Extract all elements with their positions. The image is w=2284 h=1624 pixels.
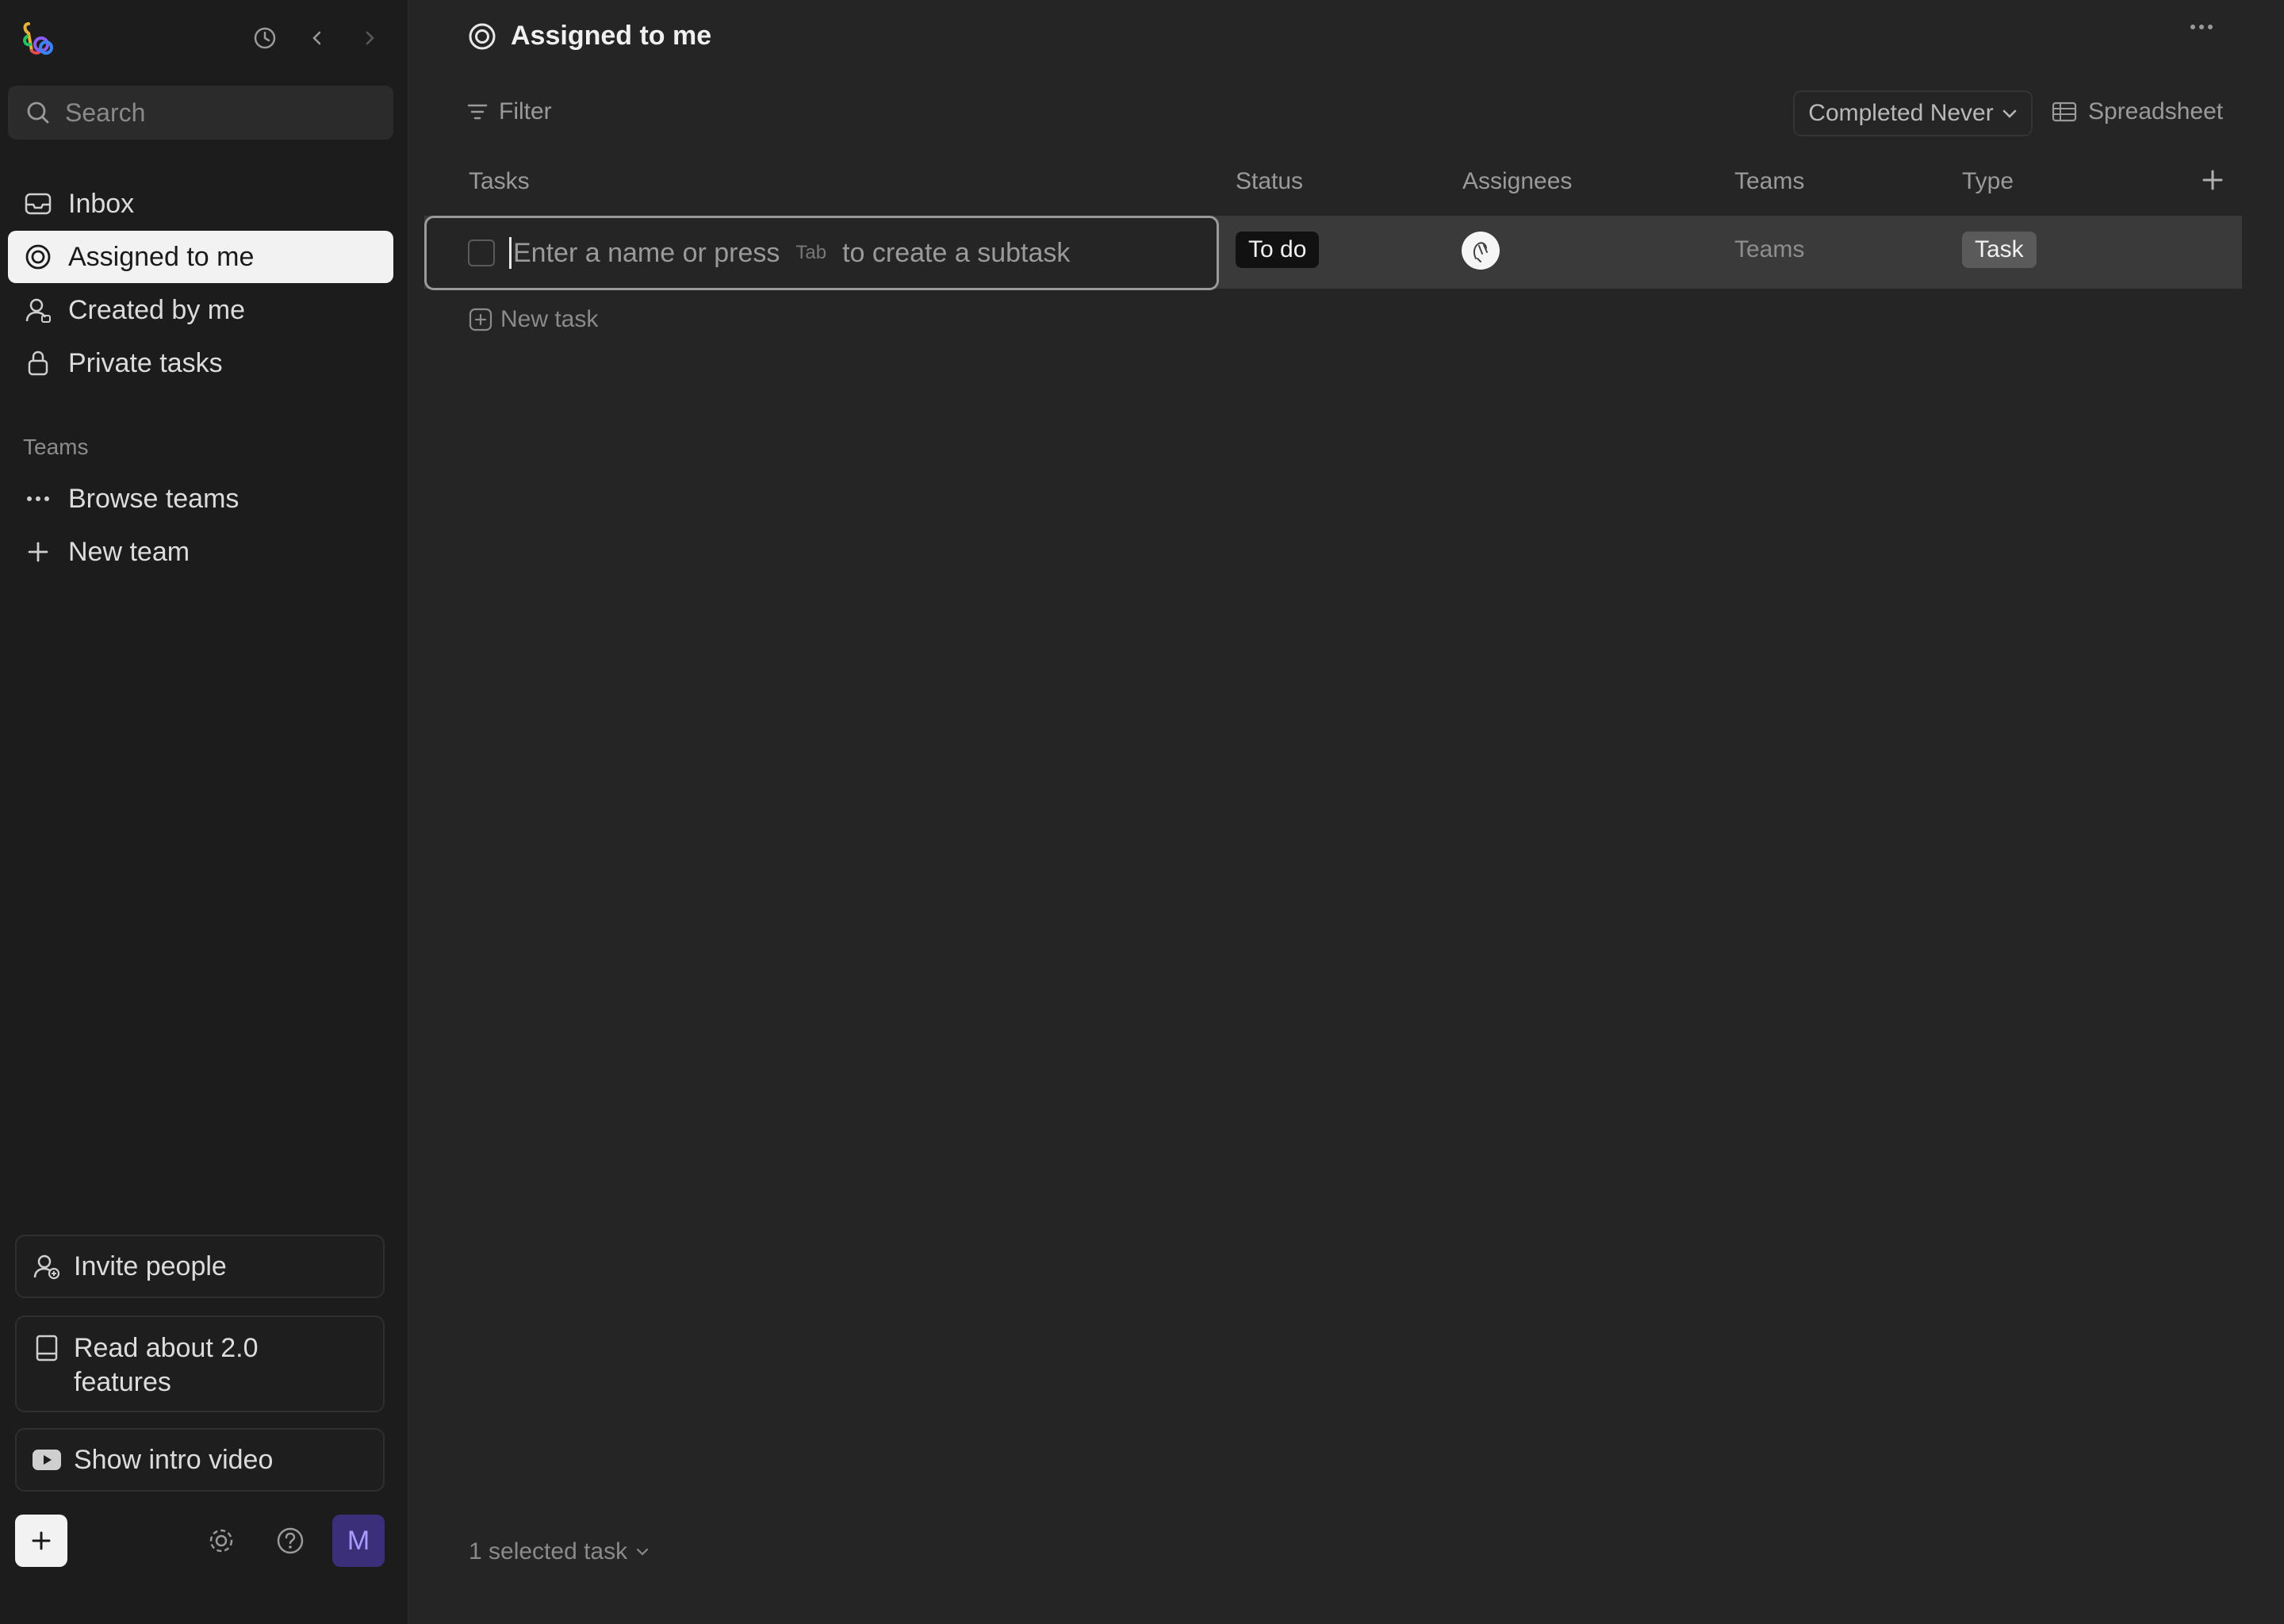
task-name-placeholder-rest: to create a subtask [842,237,1071,268]
nav-item-private-tasks[interactable]: Private tasks [8,337,393,389]
search-icon [25,100,51,125]
nav-item-new-team[interactable]: New team [8,526,393,578]
add-column-plus-icon[interactable] [2201,168,2225,192]
quick-add-button[interactable] [15,1515,67,1567]
nav-item-label: Created by me [68,294,245,325]
intro-video-button[interactable]: Show intro video [15,1428,385,1492]
history-icon[interactable] [249,22,281,54]
lock-icon [22,350,54,377]
user-plus-icon [31,1253,63,1280]
nav-item-created-by-me[interactable]: Created by me [8,284,393,336]
youtube-icon [31,1449,63,1471]
avatar-initial: M [347,1525,370,1556]
invite-people-button[interactable]: Invite people [15,1235,385,1298]
nav-item-label: Assigned to me [68,241,255,272]
card-label: Invite people [74,1251,227,1281]
search-input[interactable] [65,98,366,128]
selected-count-label: 1 selected task [469,1538,628,1565]
book-icon [31,1335,63,1362]
new-task-label: New task [500,306,599,332]
help-icon[interactable] [274,1525,306,1557]
type-badge[interactable]: Task [1962,232,2037,268]
filter-label: Filter [499,98,552,124]
card-label: Show intro video [74,1444,274,1475]
column-header-teams[interactable]: Teams [1734,168,1804,195]
nav-item-label: Inbox [68,188,135,219]
app-logo[interactable] [21,19,56,57]
inbox-icon [22,192,54,216]
plus-square-icon [469,308,492,331]
read-features-button[interactable]: Read about 2.0 features [15,1316,385,1412]
teams-cell[interactable]: Teams [1734,236,1804,263]
nav-item-inbox[interactable]: Inbox [8,178,393,230]
card-label: Read about 2.0 features [74,1333,259,1397]
nav-item-label: Private tasks [68,347,223,378]
completed-filter-label: Completed Never [1808,100,1994,126]
filter-button[interactable]: Filter [467,98,552,125]
view-switcher-button[interactable]: Spreadsheet [2052,98,2223,125]
nav-item-assigned-to-me[interactable]: Assigned to me [8,231,393,283]
view-label: Spreadsheet [2088,98,2224,124]
target-icon [22,243,54,270]
nav-item-label: Browse teams [68,483,240,514]
chevron-down-icon [2002,108,2018,119]
selected-tasks-dropdown[interactable]: 1 selected task [469,1538,650,1565]
completed-filter-dropdown[interactable]: Completed Never [1793,90,2033,136]
task-name-editor[interactable]: Enter a name or press Tab to create a su… [424,216,1219,290]
back-arrow-icon[interactable] [301,22,333,54]
assignee-avatar[interactable] [1462,232,1500,270]
nav-item-label: New team [68,536,190,567]
nav-item-browse-teams[interactable]: Browse teams [8,473,393,525]
tab-key-hint: Tab [795,242,827,263]
page-header: Assigned to me [468,21,711,52]
column-header-type[interactable]: Type [1962,168,2014,195]
spreadsheet-icon [2052,102,2077,122]
text-caret [509,237,512,269]
more-options-icon[interactable] [2190,24,2213,30]
teams-section-label: Teams [23,435,89,459]
page-title: Assigned to me [511,21,712,51]
sidebar-bottom-bar: M [15,1515,385,1568]
new-task-button[interactable]: New task [469,306,598,333]
user-icon [22,297,54,324]
sidebar: Inbox Assigned to me Created by me Priva… [0,0,408,1624]
search-box[interactable] [8,86,393,140]
sidebar-top-controls [249,22,385,54]
user-avatar[interactable]: M [332,1515,385,1567]
target-icon [468,22,496,51]
plus-icon [22,541,54,563]
column-header-tasks[interactable]: Tasks [469,168,530,195]
column-header-assignees[interactable]: Assignees [1462,168,1572,195]
forward-arrow-icon[interactable] [354,22,385,54]
main-content: Assigned to me Filter Completed Never Sp… [408,0,2284,1624]
chevron-down-icon [635,1547,650,1557]
column-header-status[interactable]: Status [1236,168,1303,195]
filter-icon [467,103,488,121]
task-checkbox[interactable] [468,239,495,266]
more-icon [22,496,54,502]
status-badge[interactable]: To do [1236,232,1320,268]
settings-gear-icon[interactable] [205,1525,237,1557]
task-name-placeholder: Enter a name or press [513,237,780,268]
